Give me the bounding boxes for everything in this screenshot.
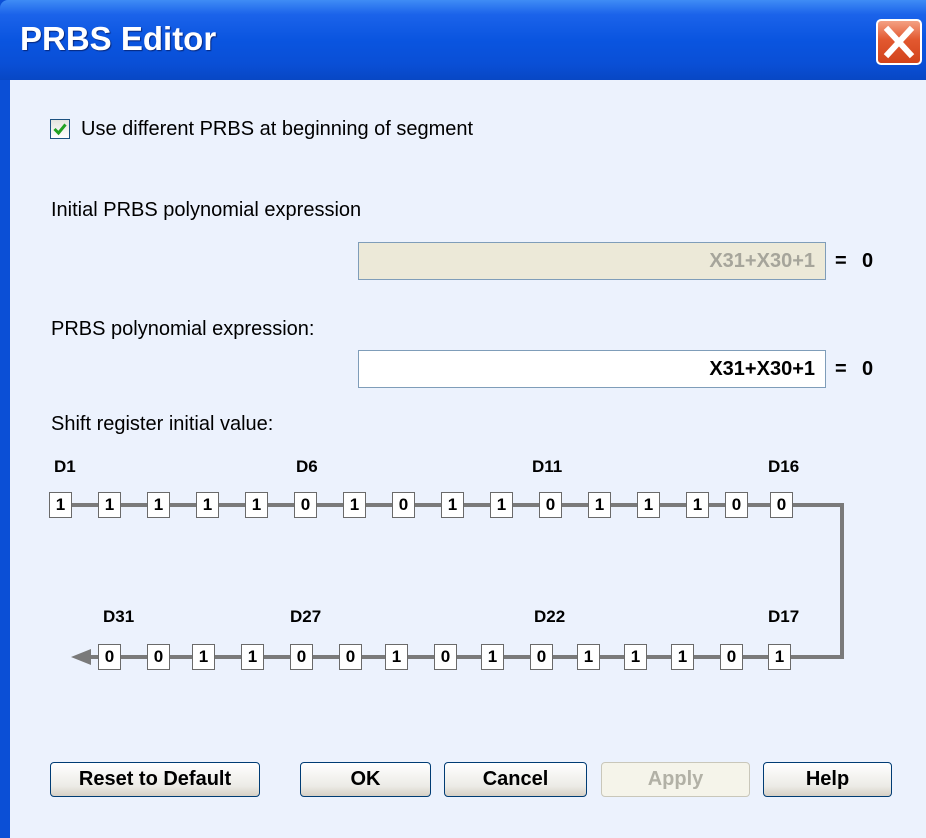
- register-bit-d5[interactable]: 1: [245, 492, 268, 518]
- register-bit-d15[interactable]: 0: [725, 492, 748, 518]
- register-bit-d8[interactable]: 0: [392, 492, 415, 518]
- register-bit-d17[interactable]: 1: [768, 644, 791, 670]
- register-bit-d24[interactable]: 0: [434, 644, 457, 670]
- register-bit-d9[interactable]: 1: [441, 492, 464, 518]
- cancel-button[interactable]: Cancel: [444, 762, 587, 797]
- register-label-d27: D27: [290, 607, 322, 626]
- register-bit-d31[interactable]: 0: [98, 644, 121, 670]
- initial-prbs-field: X31+X30+1: [358, 242, 826, 280]
- register-label-d11: D11: [532, 457, 563, 476]
- register-bit-d1[interactable]: 1: [49, 492, 72, 518]
- prbs-editor-window: PRBS Editor Use different PRBS at beginn…: [0, 0, 926, 838]
- register-bit-d18[interactable]: 0: [720, 644, 743, 670]
- register-bit-d22[interactable]: 0: [530, 644, 553, 670]
- register-bit-d23[interactable]: 1: [481, 644, 504, 670]
- initial-prbs-result: 0: [862, 250, 874, 272]
- polynomial-equals-sign: =: [835, 358, 847, 380]
- help-button[interactable]: Help: [763, 762, 892, 797]
- register-bit-d11[interactable]: 0: [539, 492, 562, 518]
- register-bit-d12[interactable]: 1: [588, 492, 611, 518]
- different-prbs-checkbox[interactable]: [50, 119, 70, 139]
- register-bit-d14[interactable]: 1: [686, 492, 709, 518]
- register-bit-d10[interactable]: 1: [490, 492, 513, 518]
- window-title: PRBS Editor: [20, 20, 217, 57]
- register-bit-d30[interactable]: 0: [147, 644, 170, 670]
- different-prbs-label: Use different PRBS at beginning of segme…: [81, 118, 474, 140]
- register-label-d31: D31: [103, 607, 135, 626]
- reset-to-default-button[interactable]: Reset to Default: [50, 762, 260, 797]
- register-bit-d29[interactable]: 1: [192, 644, 215, 670]
- register-label-d22: D22: [534, 607, 566, 626]
- register-label-d6: D6: [296, 457, 318, 476]
- register-bit-d7[interactable]: 1: [343, 492, 366, 518]
- apply-button[interactable]: Apply: [601, 762, 750, 797]
- register-label-d1: D1: [54, 457, 76, 476]
- register-bit-d6[interactable]: 0: [294, 492, 317, 518]
- register-bit-d27[interactable]: 0: [290, 644, 313, 670]
- register-bit-d25[interactable]: 1: [385, 644, 408, 670]
- register-label-d17: D17: [768, 607, 800, 626]
- checkmark-icon: [53, 123, 67, 136]
- register-bit-d16[interactable]: 0: [770, 492, 793, 518]
- initial-equals-sign: =: [835, 250, 847, 272]
- prbs-polynomial-result: 0: [862, 358, 874, 380]
- register-bit-d4[interactable]: 1: [196, 492, 219, 518]
- prbs-polynomial-label: PRBS polynomial expression:: [51, 318, 315, 340]
- close-icon: [883, 25, 915, 59]
- register-bit-d28[interactable]: 1: [241, 644, 264, 670]
- prbs-polynomial-field[interactable]: X31+X30+1: [358, 350, 826, 388]
- register-bit-d19[interactable]: 1: [671, 644, 694, 670]
- initial-prbs-label: Initial PRBS polynomial expression: [51, 199, 362, 221]
- register-bit-d20[interactable]: 1: [624, 644, 647, 670]
- register-label-d16: D16: [768, 457, 800, 476]
- register-bit-d13[interactable]: 1: [637, 492, 660, 518]
- register-bit-d21[interactable]: 1: [577, 644, 600, 670]
- close-button[interactable]: [876, 19, 922, 65]
- register-bit-d3[interactable]: 1: [147, 492, 170, 518]
- register-bit-d2[interactable]: 1: [98, 492, 121, 518]
- shift-register-label: Shift register initial value:: [51, 413, 274, 435]
- register-bit-d26[interactable]: 0: [339, 644, 362, 670]
- ok-button[interactable]: OK: [300, 762, 431, 797]
- title-bar[interactable]: PRBS Editor: [0, 0, 926, 80]
